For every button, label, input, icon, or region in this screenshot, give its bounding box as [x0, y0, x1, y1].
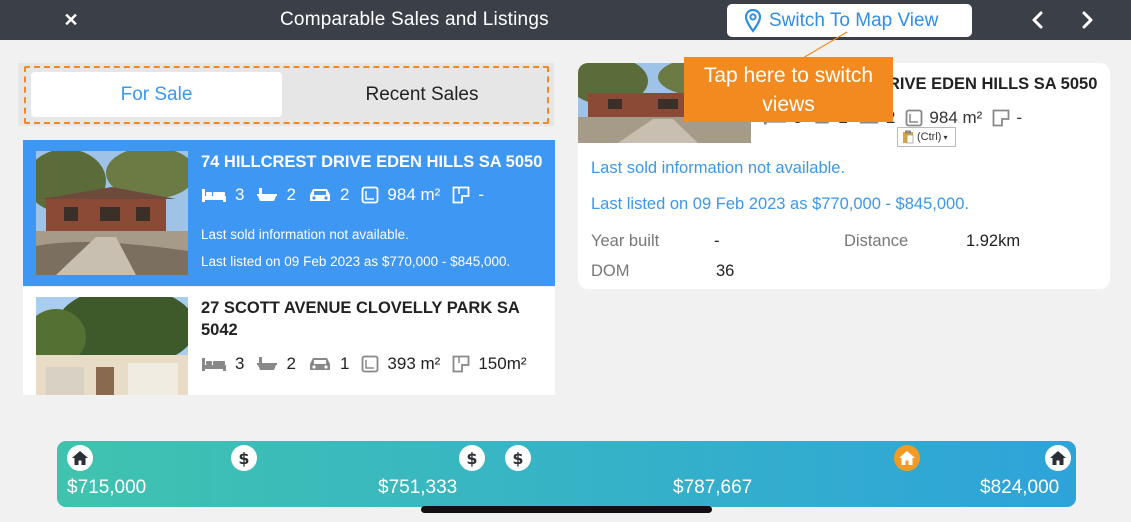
price-label-low: $751,333 — [378, 477, 458, 498]
listing-address: 74 HILLCREST DRIVE EDEN HILLS SA 5050 — [201, 153, 543, 171]
detail-sold-info: Last sold information not available. — [591, 159, 846, 177]
land-size-icon — [362, 186, 379, 204]
detail-address: RIVE EDEN HILLS SA 5050 — [888, 75, 1098, 93]
year-built-value: - — [714, 232, 720, 250]
cars-count: 2 — [339, 185, 350, 204]
bed-icon — [202, 358, 226, 371]
listing-tabs: For Sale Recent Sales — [18, 63, 554, 126]
listing-item[interactable]: 74 HILLCREST DRIVE EDEN HILLS SA 5050 3 … — [23, 140, 555, 286]
cars-count: 1 — [339, 354, 350, 373]
price-range-bar: $ $ $ $715,000 $751,333 $787,667 $824,00… — [57, 441, 1076, 507]
map-pin-icon — [745, 8, 761, 33]
price-label-high: $787,667 — [673, 477, 753, 498]
floor-size: 150m² — [478, 354, 527, 373]
listing-features: 3 2 2 984 m² - — [201, 185, 496, 205]
floor-size: - — [1016, 108, 1022, 127]
bed-icon — [202, 189, 226, 202]
year-built-label: Year built — [591, 232, 660, 250]
listing-listed-info: Last listed on 09 Feb 2023 as $770,000 -… — [201, 254, 511, 269]
page-title: Comparable Sales and Listings — [280, 9, 549, 30]
property-photo — [36, 151, 188, 275]
distance-label: Distance — [844, 232, 909, 250]
car-icon — [309, 189, 330, 201]
top-bar: ✕ Comparable Sales and Listings Switch T… — [0, 0, 1131, 40]
callout-connector — [802, 31, 848, 59]
bath-icon — [257, 357, 278, 370]
dollar-marker-icon[interactable]: $ — [231, 445, 257, 471]
listing-item[interactable]: 27 SCOTT AVENUE CLOVELLY PARK SA 5042 3 … — [23, 287, 555, 395]
floor-plan-icon — [452, 355, 470, 373]
property-photo — [36, 297, 188, 395]
clipboard-icon — [903, 130, 914, 144]
listing-address: 27 SCOTT AVENUE CLOVELLY PARK SA 5042 — [201, 299, 520, 339]
beds-count: 3 — [235, 354, 245, 373]
price-label-min: $715,000 — [67, 477, 147, 498]
detail-listed-info: Last listed on 09 Feb 2023 as $770,000 -… — [591, 195, 969, 213]
land-size: 393 m² — [387, 354, 441, 373]
floor-plan-icon — [992, 109, 1010, 127]
land-size-icon — [906, 109, 923, 127]
bath-icon — [257, 188, 278, 201]
dropdown-caret-icon: ▾ — [943, 132, 948, 142]
tab-recent-sales[interactable]: Recent Sales — [297, 72, 547, 117]
baths-count: 2 — [286, 185, 296, 204]
beds-count: 3 — [235, 185, 245, 204]
dollar-marker-icon[interactable]: $ — [505, 445, 531, 471]
price-label-max: $824,000 — [980, 477, 1060, 498]
floor-size: - — [478, 185, 484, 204]
paste-options-label: (Ctrl) — [917, 131, 942, 143]
tab-for-sale[interactable]: For Sale — [31, 72, 282, 117]
listing-features: 3 2 1 393 m² 150m² — [201, 354, 539, 374]
floor-plan-icon — [452, 186, 470, 204]
home-marker-icon[interactable] — [67, 445, 93, 471]
distance-value: 1.92km — [966, 232, 1021, 250]
home-indicator[interactable] — [421, 506, 712, 513]
land-size-icon — [362, 355, 379, 373]
tutorial-callout: Tap here to switch views — [684, 57, 893, 122]
chevron-right-icon[interactable] — [1079, 10, 1095, 30]
dom-value: 36 — [716, 262, 735, 280]
home-marker-icon[interactable] — [1045, 445, 1071, 471]
dollar-marker-icon[interactable]: $ — [459, 445, 485, 471]
land-size: 984 m² — [929, 108, 983, 127]
dom-label: DOM — [591, 262, 630, 280]
baths-count: 2 — [286, 354, 296, 373]
chevron-left-icon[interactable] — [1030, 10, 1046, 30]
switch-to-map-view-label: Switch To Map View — [769, 9, 939, 31]
selected-home-marker-icon[interactable] — [894, 445, 920, 471]
car-icon — [309, 358, 330, 370]
land-size: 984 m² — [387, 185, 441, 204]
paste-options-button[interactable]: (Ctrl) ▾ — [897, 127, 956, 147]
listing-sold-info: Last sold information not available. — [201, 227, 409, 242]
close-icon[interactable]: ✕ — [62, 10, 80, 30]
